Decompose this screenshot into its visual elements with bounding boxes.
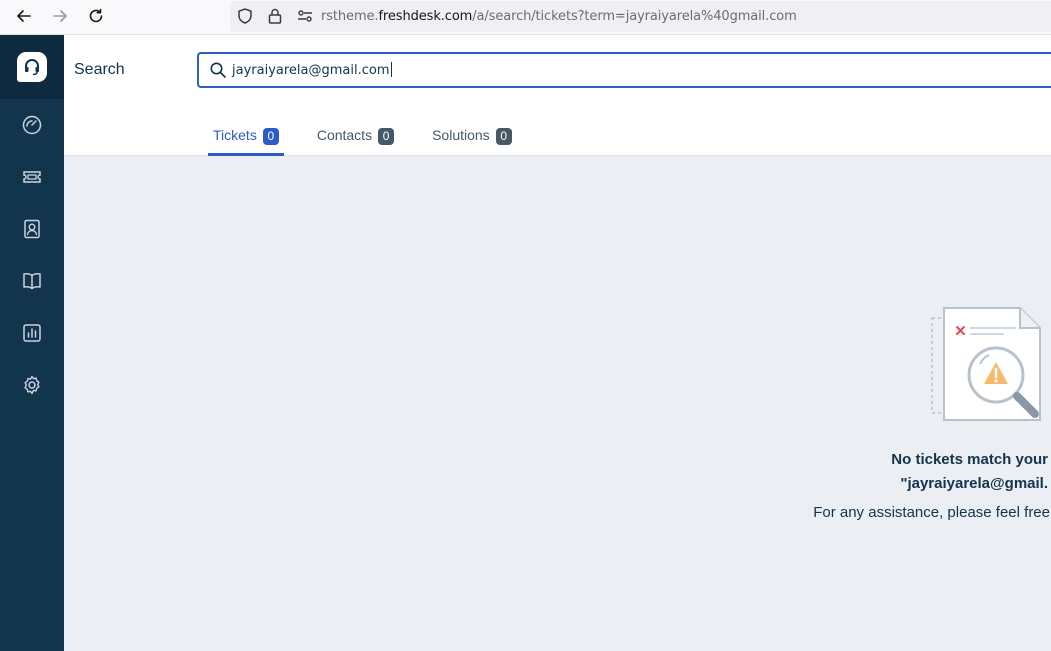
text-caret — [390, 62, 392, 77]
freshdesk-logo — [17, 52, 47, 82]
tab-contacts[interactable]: Contacts 0 — [312, 127, 399, 156]
sidebar-item-solutions[interactable] — [0, 255, 64, 307]
tab-label: Tickets — [213, 127, 257, 143]
shield-icon[interactable] — [236, 7, 254, 25]
lock-icon[interactable] — [266, 7, 284, 25]
tab-solutions[interactable]: Solutions 0 — [427, 127, 517, 156]
brand-logo-area[interactable] — [0, 35, 64, 99]
search-input[interactable]: jayraiyarela@gmail.com — [197, 52, 1051, 88]
gear-icon — [24, 375, 40, 395]
back-button[interactable] — [11, 4, 37, 28]
tab-count-badge: 0 — [378, 128, 395, 145]
sidebar-item-admin[interactable] — [0, 359, 64, 411]
url-text[interactable]: rstheme.freshdesk.com/a/search/tickets?t… — [321, 9, 797, 24]
sidebar-item-contacts[interactable] — [0, 203, 64, 255]
search-query-text: jayraiyarela@gmail.com — [232, 63, 390, 78]
sidebar-item-analytics[interactable] — [0, 307, 64, 359]
tab-tickets[interactable]: Tickets 0 — [208, 127, 284, 156]
no-results-illustration — [931, 307, 1041, 421]
sidebar-item-dashboard[interactable] — [0, 99, 64, 151]
result-tabs: Tickets 0 Contacts 0 Solutions 0 — [208, 127, 545, 156]
tab-count-badge: 0 — [495, 128, 512, 145]
analytics-icon — [23, 324, 41, 342]
page-title: Search — [74, 61, 125, 78]
tab-label: Solutions — [432, 127, 490, 143]
browser-toolbar: rstheme.freshdesk.com/a/search/tickets?t… — [0, 0, 1051, 35]
address-bar-icons — [236, 6, 314, 26]
reload-button[interactable] — [83, 4, 109, 28]
search-input-value[interactable]: jayraiyarela@gmail.com — [232, 62, 392, 78]
dashboard-icon — [22, 115, 42, 135]
forward-button[interactable] — [47, 4, 73, 28]
site-permissions-icon[interactable] — [296, 7, 314, 25]
url-host: freshdesk.com — [378, 9, 473, 24]
empty-state-title: No tickets match your "jayraiyarela@gmai… — [760, 448, 1048, 496]
ticket-icon — [23, 171, 41, 183]
contacts-icon — [24, 219, 40, 239]
book-icon — [23, 273, 41, 290]
tab-label: Contacts — [316, 127, 373, 143]
reload-icon — [89, 8, 103, 23]
empty-state-title-line2: "jayraiyarela@gmail. — [900, 475, 1048, 492]
forward-arrow-icon — [53, 10, 67, 22]
search-icon — [210, 62, 226, 78]
headset-icon — [25, 59, 39, 76]
search-header: Search jayraiyarela@gmail.com Tickets 0 … — [64, 35, 1051, 156]
empty-state-title-line1: No tickets match your — [891, 451, 1048, 468]
url-path: /a/search/tickets?term=jayraiyarela%40gm… — [472, 9, 797, 24]
sidebar — [0, 35, 64, 651]
url-prefix: rstheme. — [321, 9, 379, 24]
tab-count-badge: 0 — [262, 128, 279, 145]
sidebar-item-tickets[interactable] — [0, 151, 64, 203]
empty-state-subtitle: For any assistance, please feel free — [813, 504, 1050, 521]
back-arrow-icon — [17, 10, 31, 22]
